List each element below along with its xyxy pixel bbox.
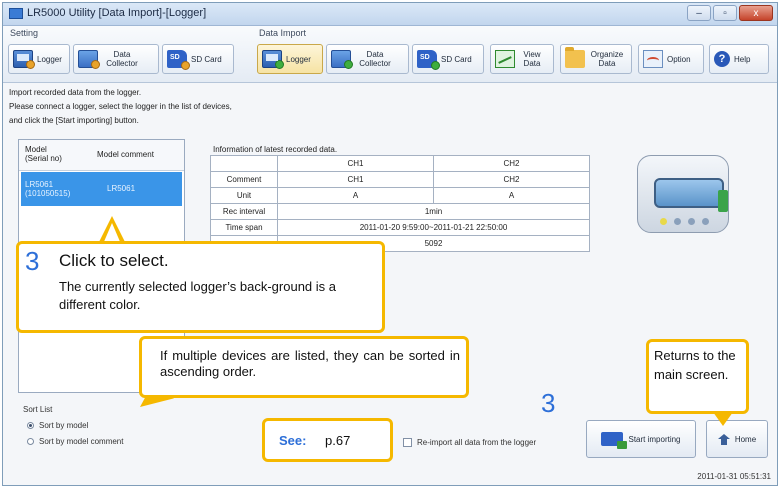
sort-by-model-radio[interactable]: Sort by model [27,421,88,430]
device-comment: LR5061 [107,184,136,193]
instruction-line: and click the [Start importing] button. [9,116,139,125]
help-button[interactable]: ? Help [709,44,769,74]
minimize-button[interactable]: – [687,5,711,21]
sd-card-icon [417,50,440,70]
see-label: See: [279,433,307,448]
page-reference[interactable]: p.67 [325,433,350,448]
logger-icon [13,50,35,69]
sd-card-icon [167,50,190,70]
view-data-icon [495,50,515,68]
sort-by-comment-radio[interactable]: Sort by model comment [27,437,123,446]
import-icon [601,432,628,449]
help-icon: ? [714,51,730,67]
reimport-checkbox[interactable]: Re-import all data from the logger [403,438,536,447]
home-callout: Returns to the main screen. [646,339,749,414]
data-collector-icon [78,50,100,69]
select-callout: 3 Click to select. The currently selecte… [16,241,385,333]
view-data-button[interactable]: View Data [490,44,554,74]
comment-ch1: CH1 [277,171,434,188]
data-collector-icon [331,50,353,69]
column-model-comment[interactable]: Model comment [97,150,154,159]
instruction-line: Import recorded data from the logger. [9,88,142,97]
import-logger-button[interactable]: Logger [257,44,323,74]
device-list-header: Model (Serial no) Model comment [19,140,184,171]
device-serial: (101050515) [25,189,71,198]
step-number: 3 [541,388,556,418]
row-label-comment: Comment [210,171,278,188]
header-ch1: CH1 [277,155,434,172]
header-ch2: CH2 [432,155,591,172]
checkbox-icon[interactable] [403,438,412,447]
time-span-value: 2011-01-20 9:59:00~2011-01-21 22:50:00 [277,219,590,236]
status-timestamp: 2011-01-31 05:51:31 [697,472,771,481]
logger-icon [262,50,284,69]
setting-sd-card-button[interactable]: SD Card [162,44,234,74]
home-icon [717,433,730,445]
setting-group-label: Setting [10,28,39,38]
sort-callout: If multiple devices are listed, they can… [139,336,469,398]
callout-pointer [713,412,733,426]
ribbon-toolbar: Setting Data Import Logger Data Collecto… [3,26,777,83]
callout-body: The currently selected logger’s back-gro… [59,279,336,312]
instruction-line: Please connect a logger, select the logg… [9,102,232,111]
sort-list-panel: Sort List Sort by model Sort by model co… [17,401,197,461]
callout-body: Returns to the main screen. [654,348,736,382]
table-row: Rec interval 1min [210,203,590,220]
step-number: 3 [25,246,40,276]
setting-data-collector-button[interactable]: Data Collector [73,44,159,74]
info-title: Information of latest recorded data. [213,145,338,154]
reimport-label: Re-import all data from the logger [417,438,537,447]
app-icon [9,8,23,19]
unit-ch1: A [277,187,434,204]
callout-body: If multiple devices are listed, they can… [160,348,460,379]
table-row: CH1 CH2 [210,155,591,172]
table-row: Unit A A [210,187,591,204]
column-model[interactable]: Model [25,145,62,154]
maximize-button[interactable]: ▫ [713,5,737,21]
folder-icon [565,47,585,68]
device-screen [654,178,724,208]
unit-ch2: A [432,187,591,204]
table-row: Comment CH1 CH2 [210,171,591,188]
window-title: LR5000 Utility [Data Import]-[Logger] [27,7,207,19]
title-bar: LR5000 Utility [Data Import]-[Logger] – … [3,3,777,26]
setting-logger-button[interactable]: Logger [8,44,70,74]
row-label-rec-interval: Rec interval [210,203,278,220]
comment-ch2: CH2 [432,171,591,188]
import-sd-card-button[interactable]: SD Card [412,44,484,74]
device-row-selected[interactable]: LR5061 (101050515) LR5061 [21,172,182,206]
radio-unselected-icon [27,438,34,445]
sort-list-title: Sort List [23,405,53,414]
option-button[interactable]: Option [638,44,704,74]
row-label-unit: Unit [210,187,278,204]
table-row: Time span 2011-01-20 9:59:00~2011-01-21 … [210,219,590,236]
logger-device-image [631,143,731,238]
import-data-collector-button[interactable]: Data Collector [326,44,409,74]
import-group-label: Data Import [259,28,307,38]
column-serial: (Serial no) [25,154,62,163]
organize-data-button[interactable]: Organize Data [560,44,632,74]
row-label-time-span: Time span [210,219,278,236]
radio-selected-icon [27,422,34,429]
info-table: CH1 CH2 Comment CH1 CH2 Unit A A Rec int… [210,155,591,252]
device-model: LR5061 [25,180,54,189]
rec-interval-value: 1min [277,203,590,220]
see-reference-box: See: p.67 [262,418,393,462]
callout-heading: Click to select. [59,251,169,270]
start-importing-button[interactable]: Start importing [586,420,696,458]
option-icon [643,50,663,68]
close-button[interactable]: x [739,5,773,21]
